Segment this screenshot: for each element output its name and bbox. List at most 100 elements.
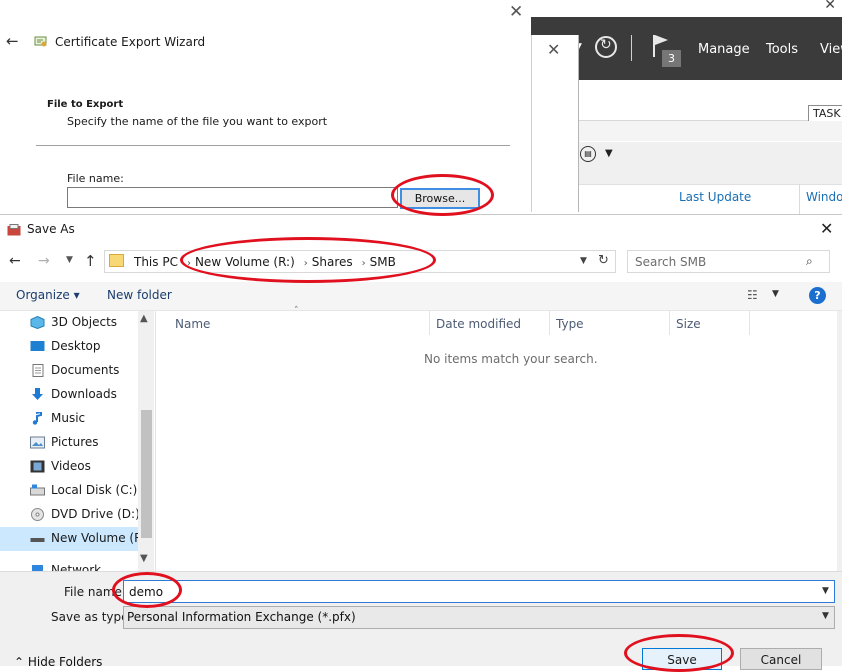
pictures-icon (30, 436, 45, 449)
file-name-input[interactable] (123, 580, 835, 603)
nav-item-dvd-drive[interactable]: DVD Drive (D:) 20 (0, 503, 154, 527)
close-icon[interactable]: ✕ (509, 2, 523, 22)
nav-item-pictures[interactable]: Pictures (0, 431, 140, 455)
breadcrumb-smb[interactable]: SMB (370, 255, 396, 269)
save-type-label: Save as type: (51, 610, 133, 624)
column-separator[interactable] (749, 311, 750, 335)
scrollbar-thumb[interactable] (141, 410, 152, 538)
back-arrow-icon[interactable]: ← (9, 253, 21, 269)
file-name-label: File name: (67, 172, 124, 185)
refresh-icon[interactable]: ↻ (598, 253, 609, 268)
column-separator[interactable] (669, 311, 670, 335)
chevron-down-icon[interactable]: ▼ (140, 553, 148, 564)
nav-item-label: Local Disk (C:) (51, 483, 138, 497)
column-separator (799, 184, 800, 214)
empty-message: No items match your search. (424, 352, 598, 366)
file-name-label: File name: (64, 585, 126, 599)
section-description: Specify the name of the file you want to… (67, 115, 328, 128)
column-header-size[interactable]: Size (676, 317, 701, 331)
chevron-down-icon[interactable]: ▼ (822, 611, 829, 621)
dialog-title: Save As (27, 222, 75, 236)
column-header-last-update[interactable]: Last Update (679, 190, 751, 204)
save-icon[interactable]: ▤ (580, 146, 596, 162)
section-title: File to Export (47, 99, 124, 110)
search-icon[interactable]: ⌕ (806, 254, 813, 269)
videos-icon (30, 460, 45, 473)
close-icon[interactable]: ✕ (820, 219, 833, 238)
close-icon[interactable]: ✕ (824, 0, 836, 13)
column-header-date-modified[interactable]: Date modified (436, 317, 521, 331)
cancel-button[interactable]: Cancel (740, 648, 822, 670)
3d-objects-icon (30, 316, 45, 329)
desktop-icon (30, 341, 45, 351)
file-name-input[interactable] (67, 187, 398, 208)
new-folder-button[interactable]: New folder (107, 288, 172, 302)
nav-item-videos[interactable]: Videos (0, 455, 140, 479)
nav-item-desktop[interactable]: Desktop (0, 335, 140, 359)
menu-manage[interactable]: Manage (698, 42, 750, 57)
breadcrumb-this-pc[interactable]: This PC (134, 255, 178, 269)
close-icon[interactable]: ✕ (547, 40, 560, 59)
nav-item-downloads[interactable]: Downloads (0, 383, 140, 407)
music-icon (32, 412, 42, 425)
nav-item-label: Videos (51, 459, 91, 473)
chevron-right-icon[interactable]: › (304, 258, 308, 269)
chevron-down-icon[interactable]: ▼ (605, 148, 613, 159)
chevron-up-icon[interactable]: ▲ (140, 313, 148, 324)
documents-icon (32, 364, 44, 377)
notification-badge: 3 (662, 50, 681, 67)
chevron-down-icon[interactable]: ▼ (580, 256, 587, 266)
divider (631, 35, 632, 61)
menu-tools[interactable]: Tools (766, 42, 798, 57)
hide-folders-label: Hide Folders (27, 655, 103, 669)
nav-item-new-volume[interactable]: New Volume (R:) (0, 527, 151, 551)
server-manager-titlebar: ✕ (531, 0, 842, 17)
nav-item-label: Network (51, 563, 102, 571)
column-separator[interactable] (429, 311, 430, 335)
nav-item-label: Documents (51, 363, 120, 377)
breadcrumb-shares[interactable]: Shares (312, 255, 353, 269)
nav-item-local-disk[interactable]: Local Disk (C:) (0, 479, 140, 503)
nav-item-label: Pictures (51, 435, 99, 449)
network-icon (32, 565, 43, 571)
scrollbar[interactable] (837, 311, 842, 571)
chevron-right-icon[interactable]: › (362, 258, 366, 269)
menu-view[interactable]: View (820, 42, 842, 57)
column-header-type[interactable]: Type (556, 317, 584, 331)
local-disk-icon (30, 484, 45, 496)
organize-button[interactable]: Organize ▾ (16, 288, 80, 302)
up-arrow-icon[interactable]: ↑ (84, 252, 97, 270)
forward-arrow-icon[interactable]: → (38, 253, 50, 269)
nav-item-music[interactable]: Music (0, 407, 140, 431)
save-as-icon (7, 224, 21, 236)
nav-item-documents[interactable]: Documents (0, 359, 140, 383)
back-arrow-icon[interactable]: ← (6, 32, 19, 50)
nav-item-label: Downloads (51, 387, 117, 401)
chevron-down-icon[interactable]: ▼ (822, 586, 829, 596)
chevron-down-icon[interactable]: ▼ (772, 289, 779, 299)
downloads-icon (32, 388, 43, 400)
help-icon[interactable]: ? (809, 287, 826, 304)
certificate-icon (34, 36, 47, 47)
breadcrumb[interactable]: This PC › New Volume (R:) › Shares › SMB (134, 255, 400, 269)
column-separator[interactable] (549, 311, 550, 335)
nav-item-label: New Volume (R:) (51, 531, 151, 545)
chevron-down-icon[interactable]: ▼ (66, 255, 73, 265)
view-options-icon[interactable]: ☷ (747, 288, 758, 302)
organize-label: Organize (16, 288, 70, 302)
browse-button[interactable]: Browse... (400, 188, 480, 209)
hide-folders-toggle[interactable]: ⌃ Hide Folders (14, 655, 102, 669)
column-header-windows[interactable]: Windo (806, 190, 842, 204)
refresh-icon[interactable] (595, 36, 617, 58)
breadcrumb-new-volume[interactable]: New Volume (R:) (195, 255, 295, 269)
chevron-right-icon[interactable]: › (187, 258, 191, 269)
file-list (155, 311, 842, 571)
column-header-name[interactable]: Name (175, 317, 210, 331)
drive-icon (30, 538, 45, 542)
background-panel (531, 35, 579, 212)
nav-item-label: Music (51, 411, 86, 425)
nav-item-network[interactable]: Network (0, 559, 140, 571)
sort-caret-icon: ˄ (294, 306, 299, 316)
save-button[interactable]: Save (642, 648, 722, 670)
nav-item-3d-objects[interactable]: 3D Objects (0, 311, 140, 335)
